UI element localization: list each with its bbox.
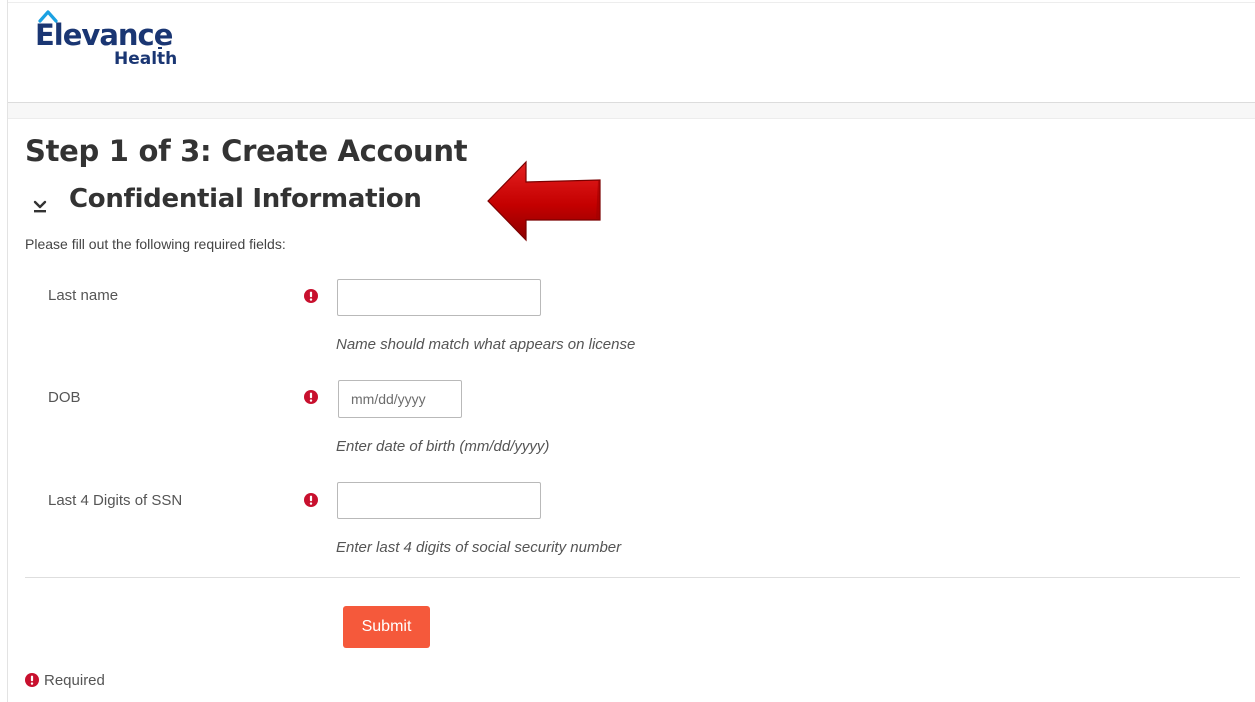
logo-subtext: Health [114,49,178,69]
last-name-help: Name should match what appears on licens… [336,336,636,353]
dob-input[interactable] [338,380,462,418]
required-icon [304,390,318,404]
ssn-help: Enter last 4 digits of social security n… [336,539,622,556]
dob-help: Enter date of birth (mm/dd/yyyy) [336,438,550,455]
form-divider [25,577,1240,578]
header-band [8,103,1255,119]
last-name-label: Last name [48,287,119,304]
page-title: Step 1 of 3: Create Account [25,134,468,168]
required-icon [25,673,39,687]
dob-label: DOB [48,389,81,406]
chevron-down-icon[interactable] [30,193,50,213]
required-icon [304,289,318,303]
section-title-confidential[interactable]: Confidential Information [69,186,422,212]
required-legend-label: Required [44,672,105,689]
site-header: Elevance Health [8,3,1255,103]
form-instructions: Please fill out the following required f… [25,236,286,252]
last-name-input[interactable] [337,279,541,316]
ssn-label: Last 4 Digits of SSN [48,492,183,509]
ssn-last4-input[interactable] [337,482,541,519]
arrow-left-icon [487,160,601,242]
required-icon [304,493,318,507]
elevance-health-logo[interactable]: Elevance Health [33,9,177,71]
required-legend: Required [25,672,105,689]
logo-wordmark: Elevance [35,18,173,52]
submit-button[interactable]: Submit [343,606,430,648]
